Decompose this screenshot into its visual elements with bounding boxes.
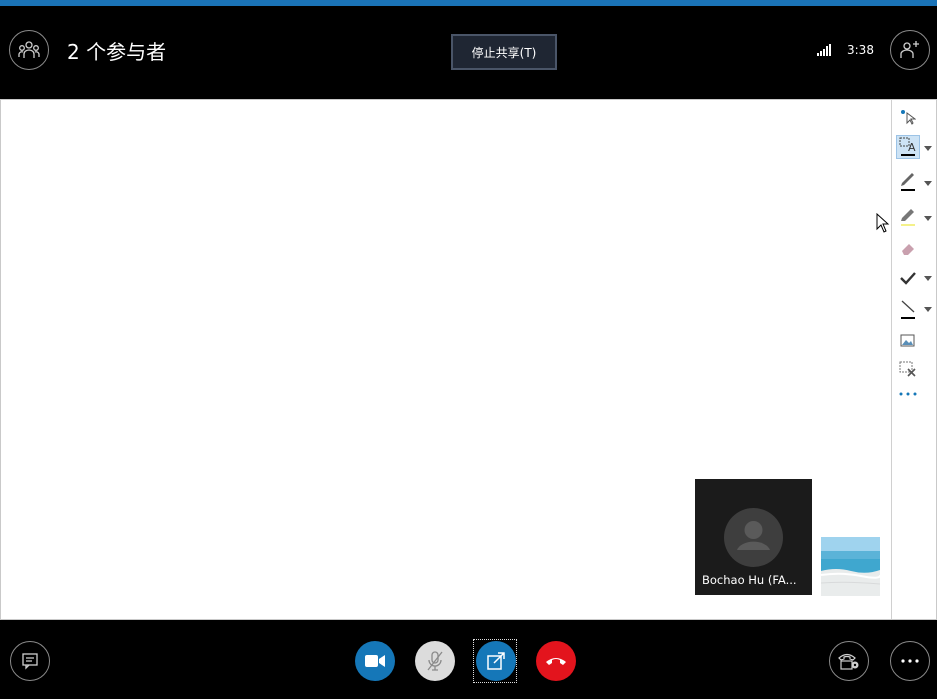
add-people-icon	[900, 41, 919, 58]
line-tool-icon[interactable]	[896, 297, 920, 321]
stamp-dropdown-icon[interactable]	[924, 274, 932, 282]
more-options-icon	[901, 659, 919, 663]
present-icon	[487, 652, 505, 670]
chat-icon	[22, 653, 38, 670]
chat-button[interactable]	[10, 641, 50, 681]
self-video-preview[interactable]	[821, 537, 880, 596]
hang-up-button[interactable]	[536, 641, 576, 681]
whiteboard-stage: A Bochao Hu (FA...	[0, 99, 937, 620]
delete-selection-icon[interactable]	[896, 357, 920, 381]
participant-count-title: 2 个参与者	[67, 40, 167, 64]
mute-button[interactable]	[415, 641, 455, 681]
insert-image-icon[interactable]	[896, 329, 920, 353]
microphone-muted-icon	[427, 651, 443, 671]
line-tool-dropdown-icon[interactable]	[924, 305, 932, 313]
video-button[interactable]	[355, 641, 395, 681]
text-tool-icon[interactable]: A	[896, 135, 920, 159]
avatar	[724, 508, 783, 567]
participant-name-label: Bochao Hu (FA...	[702, 573, 797, 587]
pen-tool-icon[interactable]	[896, 169, 920, 193]
pointer-tool-icon[interactable]	[896, 105, 920, 129]
stamp-check-icon[interactable]	[896, 266, 920, 290]
stop-sharing-button[interactable]: 停止共享(T)	[451, 34, 557, 70]
mouse-cursor-icon	[876, 213, 890, 233]
beach-thumbnail	[821, 537, 880, 596]
highlighter-tool-icon[interactable]	[896, 204, 920, 228]
hang-up-icon	[546, 658, 566, 665]
participants-icon	[18, 41, 40, 58]
more-tools-icon[interactable]	[896, 382, 920, 406]
pen-tool-dropdown-icon[interactable]	[924, 179, 932, 187]
call-duration: 3:38	[847, 43, 874, 57]
annotation-toolbar: A	[891, 100, 936, 619]
more-options-button[interactable]	[890, 641, 930, 681]
present-button[interactable]	[476, 641, 516, 681]
present-button-focus-ring	[473, 639, 517, 683]
participants-button[interactable]	[9, 30, 49, 70]
call-controls-bar	[0, 620, 937, 699]
text-tool-dropdown-icon[interactable]	[924, 144, 932, 152]
eraser-tool-icon[interactable]	[896, 237, 920, 261]
call-controls-icon	[838, 653, 859, 670]
signal-strength-icon	[817, 44, 831, 56]
meeting-header: 2 个参与者 停止共享(T) 3:38	[0, 6, 937, 99]
svg-text:A: A	[908, 141, 916, 154]
highlighter-tool-dropdown-icon[interactable]	[924, 214, 932, 222]
participant-video-tile[interactable]: Bochao Hu (FA...	[695, 479, 812, 595]
video-camera-icon	[365, 655, 385, 667]
add-people-button[interactable]	[890, 30, 930, 70]
call-controls-button[interactable]	[829, 641, 869, 681]
